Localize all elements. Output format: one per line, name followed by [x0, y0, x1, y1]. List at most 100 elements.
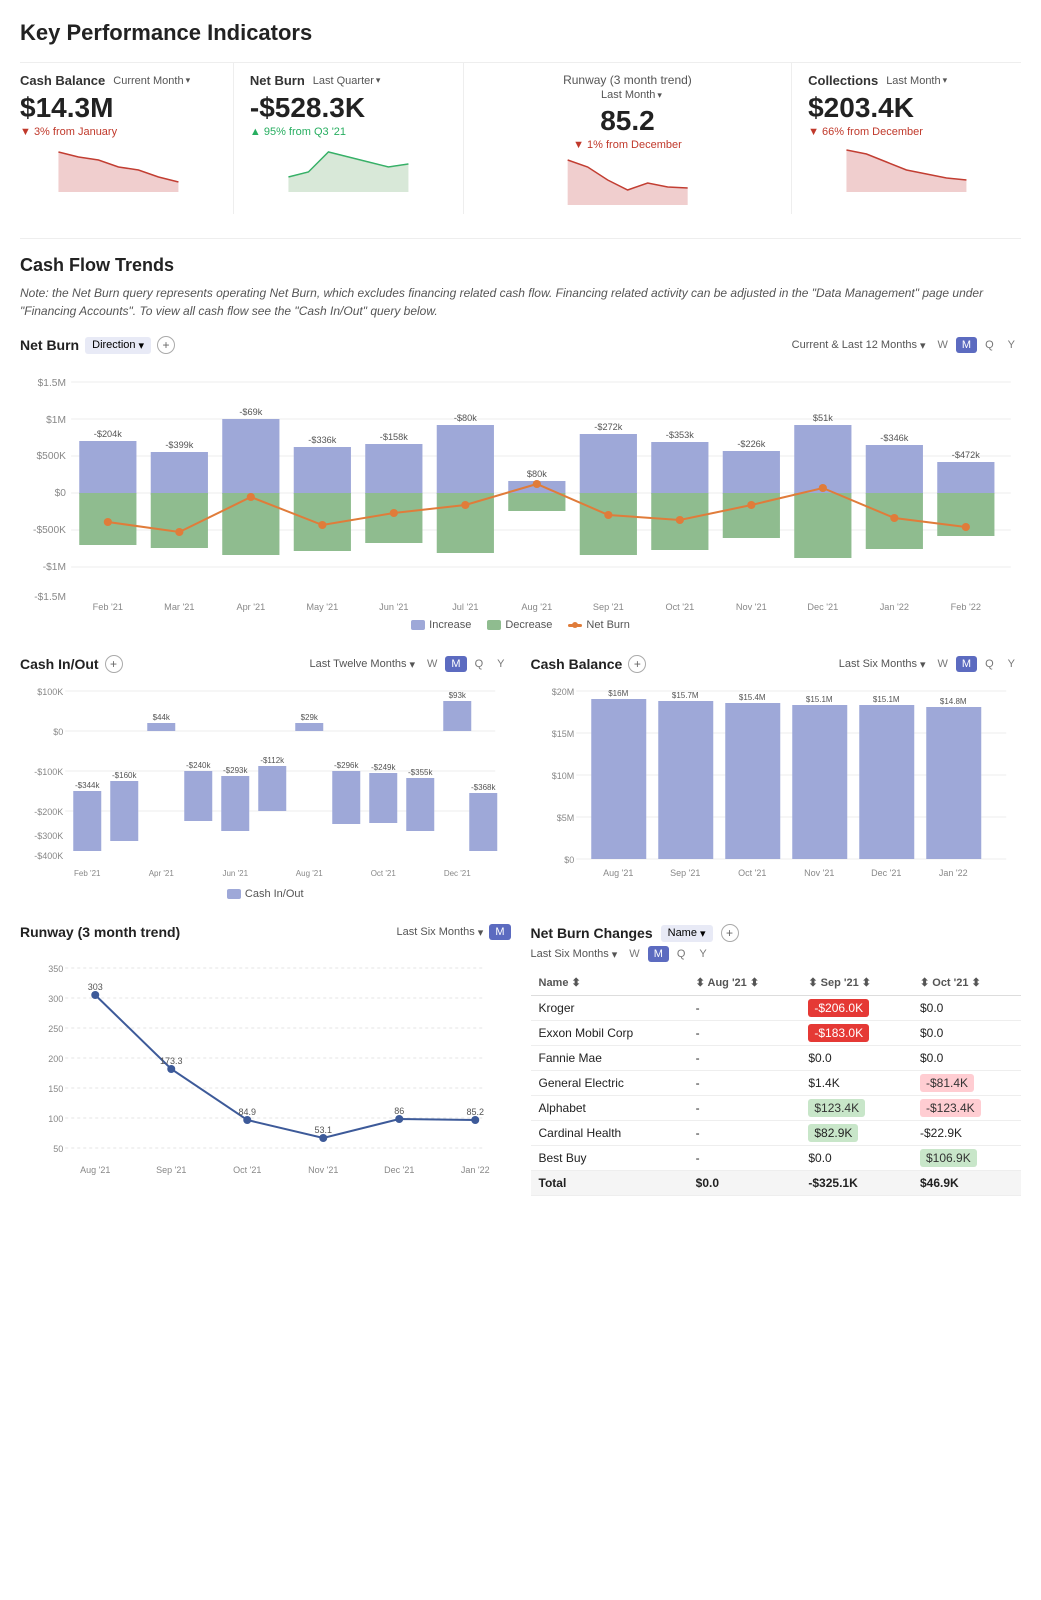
cb-view-q[interactable]: Q: [979, 656, 1000, 672]
col-name[interactable]: Name ⬍: [531, 970, 688, 996]
runway-view-m[interactable]: M: [489, 924, 510, 940]
cb-period-select[interactable]: Last Six Months ▾: [839, 658, 926, 671]
cb-view-y[interactable]: Y: [1002, 656, 1021, 672]
svg-text:Aug '21: Aug '21: [80, 1165, 110, 1175]
row-aug: -: [688, 1121, 801, 1146]
nbc-add-btn[interactable]: +: [721, 924, 739, 942]
cash-balance-period[interactable]: Current Month ▾: [113, 75, 190, 87]
cash-in-out-add-btn[interactable]: +: [105, 655, 123, 673]
dot-0: [104, 518, 112, 526]
nbc-period-arrow: ▾: [612, 948, 618, 961]
net-burn-period[interactable]: Last Quarter ▾: [313, 75, 381, 87]
runway-chart-title: Runway (3 month trend): [20, 924, 180, 940]
row-sep: $0.0: [800, 1046, 912, 1071]
nbc-view-w[interactable]: W: [623, 946, 645, 962]
svg-text:Feb '21: Feb '21: [93, 602, 123, 612]
col-sep[interactable]: ⬍ Sep '21 ⬍: [800, 970, 912, 996]
cash-flow-trends-section: Cash Flow Trends Note: the Net Burn quer…: [20, 255, 1021, 631]
runway-chart-svg: 350 300 250 200 150 100 50: [20, 948, 511, 1188]
cash-in-out-header: Cash In/Out + Last Twelve Months ▾ W M Q…: [20, 655, 511, 673]
net-burn-period-select[interactable]: Current & Last 12 Months ▾: [792, 339, 926, 352]
svg-text:Jan '22: Jan '22: [461, 1165, 490, 1175]
net-burn-chart-svg: $1.5M $1M $500K $0 -$500K -$1M -$1.5M -$…: [20, 362, 1021, 612]
row-aug: -: [688, 1096, 801, 1121]
nbc-view-m[interactable]: M: [648, 946, 669, 962]
svg-text:Oct '21: Oct '21: [738, 868, 766, 878]
svg-text:300: 300: [48, 994, 63, 1004]
row-aug: -: [688, 1146, 801, 1171]
svg-text:$80k: $80k: [527, 469, 547, 479]
svg-text:Mar '21: Mar '21: [164, 602, 194, 612]
svg-text:53.1: 53.1: [314, 1125, 332, 1135]
cio-view-w[interactable]: W: [421, 656, 443, 672]
net-burn-add-btn[interactable]: +: [157, 336, 175, 354]
row-sep: -$183.0K: [800, 1021, 912, 1046]
total-aug: $0.0: [688, 1171, 801, 1196]
table-row: Best Buy - $0.0 $106.9K: [531, 1146, 1022, 1171]
cio-view-y[interactable]: Y: [491, 656, 510, 672]
svg-text:86: 86: [394, 1106, 404, 1116]
svg-text:Aug '21: Aug '21: [296, 869, 323, 878]
cb-view-m[interactable]: M: [956, 656, 977, 672]
svg-text:303: 303: [88, 982, 103, 992]
col-aug[interactable]: ⬍ Aug '21 ⬍: [688, 970, 801, 996]
svg-text:$500K: $500K: [36, 451, 66, 462]
cash-balance-sparkline: [20, 142, 217, 192]
cash-balance-chart-title: Cash Balance +: [531, 655, 647, 673]
row-oct: $0.0: [912, 1046, 1021, 1071]
nbc-view-q[interactable]: Q: [671, 946, 692, 962]
runway-period-select[interactable]: Last Six Months ▾: [397, 926, 484, 939]
net-burn-change: ▲ 95% from Q3 '21: [250, 126, 447, 138]
svg-text:-$346k: -$346k: [880, 433, 909, 443]
svg-text:-$1.5M: -$1.5M: [34, 592, 66, 603]
cash-balance-add-btn[interactable]: +: [628, 655, 646, 673]
runway-dot-1: [167, 1065, 175, 1073]
cash-balance-value: $14.3M: [20, 92, 217, 124]
runway-arrow: ▾: [657, 90, 662, 101]
runway-period[interactable]: Last Month ▾: [601, 89, 662, 101]
note-text: Note: the Net Burn query represents oper…: [20, 284, 1021, 320]
cio-view-m[interactable]: M: [445, 656, 466, 672]
svg-text:$1M: $1M: [46, 415, 66, 426]
net-burn-view-w[interactable]: W: [932, 337, 954, 353]
net-burn-arrow: ▾: [376, 75, 381, 86]
svg-text:$15.1M: $15.1M: [805, 695, 832, 704]
dot-6: [533, 480, 541, 488]
svg-text:250: 250: [48, 1024, 63, 1034]
net-burn-view-m[interactable]: M: [956, 337, 977, 353]
svg-text:Dec '21: Dec '21: [384, 1165, 414, 1175]
svg-text:Feb '21: Feb '21: [74, 869, 101, 878]
total-sep: -$325.1K: [800, 1171, 912, 1196]
collections-period[interactable]: Last Month ▾: [886, 75, 947, 87]
cb-view-w[interactable]: W: [932, 656, 954, 672]
svg-text:84.9: 84.9: [238, 1107, 256, 1117]
nbc-period-select[interactable]: Last Six Months ▾: [531, 948, 618, 961]
net-burn-view-q[interactable]: Q: [979, 337, 1000, 353]
direction-tag-btn[interactable]: Direction ▾: [85, 337, 151, 354]
svg-text:-$336k: -$336k: [308, 435, 337, 445]
dot-3: [318, 521, 326, 529]
legend-increase: Increase: [411, 619, 471, 631]
nbc-view-y[interactable]: Y: [693, 946, 712, 962]
nbc-name-arrow: ▾: [700, 927, 706, 940]
cio-view-q[interactable]: Q: [469, 656, 490, 672]
svg-text:-$272k: -$272k: [594, 422, 623, 432]
kpi-grid: Cash Balance Current Month ▾ $14.3M ▼ 3%…: [20, 62, 1021, 214]
cash-balance-period-controls: Last Six Months ▾ W M Q Y: [839, 656, 1021, 672]
cash-in-out-period-select[interactable]: Last Twelve Months ▾: [309, 658, 415, 671]
col-oct[interactable]: ⬍ Oct '21 ⬍: [912, 970, 1021, 996]
svg-text:-$69k: -$69k: [239, 407, 262, 417]
nbc-name-tag[interactable]: Name ▾: [661, 925, 713, 942]
runway-chart-header: Runway (3 month trend) Last Six Months ▾…: [20, 924, 511, 940]
nbc-table: Name ⬍ ⬍ Aug '21 ⬍ ⬍ Sep '21 ⬍ ⬍ Oct '21…: [531, 970, 1022, 1196]
net-burn-view-y[interactable]: Y: [1002, 337, 1021, 353]
row-oct: -$123.4K: [912, 1096, 1021, 1121]
svg-text:-$226k: -$226k: [737, 439, 766, 449]
svg-text:Jun '21: Jun '21: [222, 869, 248, 878]
cash-in-out-period-controls: Last Twelve Months ▾ W M Q Y: [309, 656, 510, 672]
cash-balance-chart-svg: $20M $15M $10M $5M $0 $16M $15.7M $15.4M…: [531, 681, 1022, 881]
row-sep: -$206.0K: [800, 996, 912, 1021]
row-aug: -: [688, 1046, 801, 1071]
net-burn-changes-section: Net Burn Changes Name ▾ + Last Six Month…: [531, 924, 1022, 1196]
table-row: Exxon Mobil Corp - -$183.0K $0.0: [531, 1021, 1022, 1046]
